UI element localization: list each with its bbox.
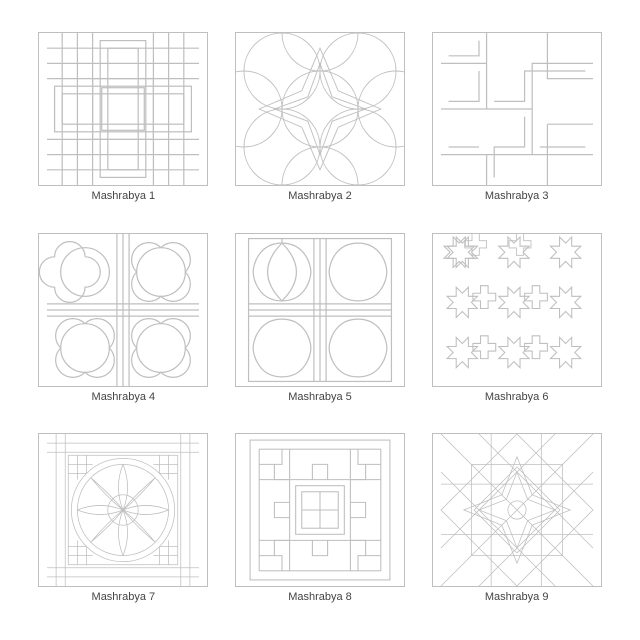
- pattern-label: Mashrabya 6: [485, 391, 549, 403]
- pattern-cell-8: Mashrabya 8: [233, 433, 408, 612]
- pattern-cell-4: Mashrabya 4: [36, 233, 211, 412]
- mashrabya-pattern-icon: [236, 33, 404, 185]
- pattern-label: Mashrabya 1: [92, 190, 156, 202]
- pattern-label: Mashrabya 3: [485, 190, 549, 202]
- pattern-cell-9: Mashrabya 9: [429, 433, 604, 612]
- pattern-label: Mashrabya 7: [92, 591, 156, 603]
- mashrabya-pattern-icon: [39, 33, 207, 185]
- pattern-cell-5: Mashrabya 5: [233, 233, 408, 412]
- pattern-cell-3: Mashrabya 3: [429, 32, 604, 211]
- pattern-tile-6: [432, 233, 602, 387]
- mashrabya-pattern-icon: [39, 434, 207, 586]
- pattern-label: Mashrabya 2: [288, 190, 352, 202]
- pattern-cell-7: Mashrabya 7: [36, 433, 211, 612]
- pattern-tile-3: [432, 32, 602, 186]
- pattern-tile-1: [38, 32, 208, 186]
- pattern-tile-4: [38, 233, 208, 387]
- pattern-label: Mashrabya 8: [288, 591, 352, 603]
- mashrabya-pattern-icon: [236, 434, 404, 586]
- mashrabya-pattern-icon: [433, 434, 601, 586]
- mashrabya-pattern-icon: [433, 234, 601, 386]
- mashrabya-pattern-icon: [433, 33, 601, 185]
- pattern-grid: Mashrabya 1 Mashrabya 2: [0, 0, 640, 640]
- pattern-tile-2: [235, 32, 405, 186]
- pattern-cell-2: Mashrabya 2: [233, 32, 408, 211]
- mashrabya-pattern-icon: [39, 234, 207, 386]
- pattern-cell-6: Mashrabya 6: [429, 233, 604, 412]
- pattern-label: Mashrabya 4: [92, 391, 156, 403]
- pattern-cell-1: Mashrabya 1: [36, 32, 211, 211]
- pattern-tile-9: [432, 433, 602, 587]
- pattern-label: Mashrabya 5: [288, 391, 352, 403]
- mashrabya-pattern-icon: [236, 234, 404, 386]
- pattern-tile-7: [38, 433, 208, 587]
- pattern-tile-8: [235, 433, 405, 587]
- pattern-label: Mashrabya 9: [485, 591, 549, 603]
- pattern-tile-5: [235, 233, 405, 387]
